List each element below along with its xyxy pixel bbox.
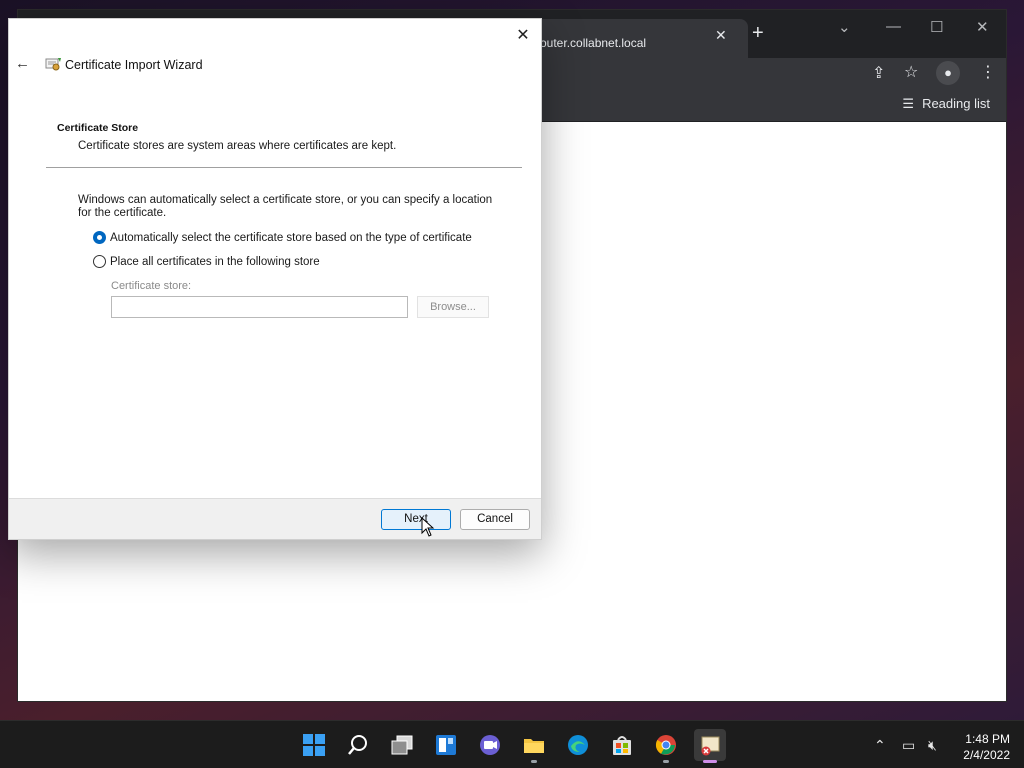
show-hidden-icons-icon[interactable]: ⌃ — [874, 737, 886, 754]
volume-muted-icon[interactable]: 🔇︎ — [928, 737, 937, 754]
dialog-title: Certificate Import Wizard — [65, 58, 203, 72]
radio-place-in-store[interactable]: Place all certificates in the following … — [93, 255, 320, 268]
mouse-cursor-icon — [421, 517, 435, 537]
clock-date: 2/4/2022 — [963, 748, 1010, 762]
reading-list-icon: ☰ — [902, 96, 915, 111]
file-explorer-button[interactable] — [518, 729, 550, 763]
browse-button: Browse... — [417, 296, 489, 318]
section-description: Certificate stores are system areas wher… — [78, 140, 397, 152]
browser-tab-title: outer.collabnet.local — [540, 36, 647, 50]
certificate-manager-button[interactable] — [694, 729, 726, 763]
network-icon[interactable]: ▭ — [902, 737, 915, 754]
tab-search-icon[interactable]: ⌄ — [838, 18, 851, 36]
teams-chat-button[interactable] — [474, 729, 506, 761]
radio-auto-select-label: Automatically select the certificate sto… — [110, 231, 472, 244]
store-button[interactable] — [606, 729, 638, 761]
active-indicator — [703, 760, 717, 763]
start-button[interactable] — [298, 729, 330, 761]
radio-auto-select-button[interactable] — [93, 231, 106, 244]
section-title: Certificate Store — [57, 122, 139, 134]
dialog-footer: Next Cancel — [9, 498, 541, 539]
cancel-button[interactable]: Cancel — [460, 509, 530, 530]
certificate-import-wizard-dialog: ✕ ← Certificate Import Wizard Certificat… — [8, 18, 542, 540]
dialog-close-icon[interactable]: ✕ — [513, 25, 533, 45]
edge-icon — [568, 735, 588, 755]
file-explorer-icon — [524, 739, 544, 753]
next-button[interactable]: Next — [381, 509, 451, 530]
bookmark-star-icon[interactable]: ☆ — [904, 62, 918, 82]
teams-chat-icon — [480, 735, 500, 755]
task-view-button[interactable] — [386, 729, 418, 761]
reading-list-label: Reading list — [922, 96, 990, 111]
search-button[interactable] — [342, 729, 374, 761]
chrome-button[interactable] — [650, 729, 682, 763]
chrome-icon — [655, 735, 676, 755]
running-indicator — [663, 760, 669, 763]
radio-place-in-store-label: Place all certificates in the following … — [110, 255, 320, 268]
search-icon — [348, 735, 367, 755]
store-icon — [613, 736, 631, 755]
certificate-store-input — [111, 296, 408, 318]
reading-list-button[interactable]: ☰ Reading list — [902, 96, 990, 112]
maximize-icon[interactable]: ☐ — [930, 18, 943, 36]
radio-auto-select[interactable]: Automatically select the certificate sto… — [93, 231, 472, 244]
certificate-manager-icon — [701, 736, 720, 756]
profile-icon[interactable]: ● — [936, 61, 960, 85]
minimize-icon[interactable]: — — [886, 18, 901, 35]
intro-text: Windows can automatically select a certi… — [78, 194, 493, 219]
certificate-icon — [45, 58, 61, 71]
radio-place-in-store-button[interactable] — [93, 255, 106, 268]
task-view-icon — [391, 735, 413, 755]
edge-button[interactable] — [562, 729, 594, 761]
window-close-icon[interactable]: ✕ — [976, 18, 989, 36]
clock-time: 1:48 PM — [965, 732, 1010, 746]
new-tab-icon[interactable]: + — [752, 22, 764, 45]
start-icon — [303, 734, 325, 756]
menu-icon[interactable]: ⋮ — [980, 62, 996, 82]
share-icon[interactable]: ⇪ — [872, 63, 885, 83]
system-clock[interactable]: 1:48 PM 2/4/2022 — [963, 731, 1010, 763]
widgets-icon — [436, 735, 456, 755]
widgets-button[interactable] — [430, 729, 462, 761]
tab-close-icon[interactable]: ✕ — [715, 27, 727, 44]
certificate-store-label: Certificate store: — [111, 280, 192, 292]
header-divider — [46, 167, 522, 168]
running-indicator — [531, 760, 537, 763]
taskbar: ⌃ ▭ 🔇︎ 1:48 PM 2/4/2022 — [0, 720, 1024, 768]
back-arrow-icon[interactable]: ← — [15, 55, 30, 72]
